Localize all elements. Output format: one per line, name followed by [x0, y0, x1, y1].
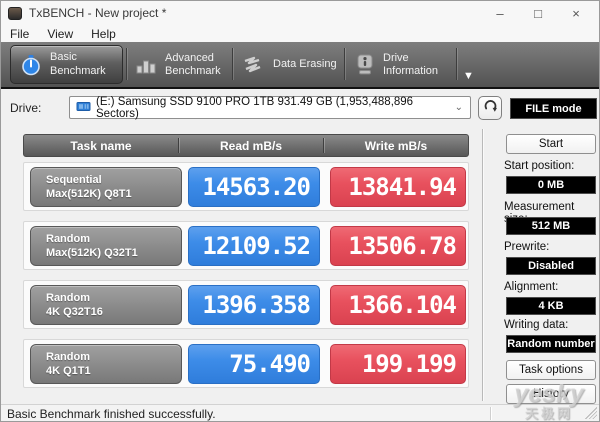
- tab-label-line1: Advanced: [165, 51, 214, 64]
- table-row: Random 4K Q1T1 75.490 199.199: [23, 339, 469, 388]
- read-value: 75.490: [188, 344, 320, 384]
- tab-label-line2: Information: [383, 65, 439, 77]
- table-row: Sequential Max(512K) Q8T1 14563.20 13841.…: [23, 162, 469, 211]
- writing-data-label: Writing data:: [504, 319, 569, 331]
- menu-bar: File View Help: [1, 25, 599, 42]
- panel-divider: [482, 129, 483, 401]
- close-button[interactable]: ×: [557, 1, 595, 25]
- menu-view[interactable]: View: [38, 27, 82, 41]
- menu-file[interactable]: File: [1, 27, 38, 41]
- alignment-value-button[interactable]: 4 KB: [506, 297, 596, 315]
- drive-select[interactable]: (E:) Samsung SSD 9100 PRO 1TB 931.49 GB …: [69, 95, 471, 120]
- drive-label: Drive:: [10, 101, 42, 115]
- write-value: 199.199: [330, 344, 466, 384]
- task-button-random-4k-q32t16[interactable]: Random 4K Q32T16: [30, 285, 182, 325]
- stopwatch-icon: [20, 54, 42, 76]
- tab-separator: [344, 48, 345, 80]
- drive-icon: [76, 100, 91, 116]
- tab-drive-information[interactable]: Drive Information: [355, 47, 438, 83]
- tab-label-line1: Drive: [383, 51, 409, 64]
- prewrite-label: Prewrite:: [504, 241, 550, 253]
- status-bar: Basic Benchmark finished successfully.: [1, 404, 599, 421]
- start-position-label: Start position:: [504, 160, 575, 172]
- app-window: TxBENCH - New project * – □ × File View …: [0, 0, 600, 422]
- history-button[interactable]: History: [506, 384, 596, 404]
- write-value: 13506.78: [330, 226, 466, 266]
- start-button[interactable]: Start: [506, 134, 596, 154]
- tab-label-line2: Benchmark: [50, 64, 106, 77]
- title-bar: TxBENCH - New project * – □ ×: [1, 1, 599, 25]
- refresh-icon: [483, 98, 498, 118]
- maximize-button[interactable]: □: [519, 1, 557, 25]
- tab-separator: [456, 48, 457, 80]
- writing-data-value-button[interactable]: Random number: [506, 335, 596, 353]
- tab-data-erasing[interactable]: Data Erasing: [243, 47, 337, 83]
- table-row: Random Max(512K) Q32T1 12109.52 13506.78: [23, 221, 469, 270]
- app-icon: [8, 6, 22, 20]
- read-value: 1396.358: [188, 285, 320, 325]
- read-value: 12109.52: [188, 226, 320, 266]
- measurement-size-value-button[interactable]: 512 MB: [506, 217, 596, 235]
- tab-bar: Basic Benchmark Advanced Benchmark Data …: [1, 42, 599, 89]
- header-write: Write mB/s: [364, 138, 428, 153]
- resize-grip[interactable]: [585, 407, 597, 419]
- header-read: Read mB/s: [219, 138, 283, 153]
- drive-info-icon: [355, 54, 375, 76]
- write-value: 13841.94: [330, 167, 466, 207]
- tab-overflow-caret[interactable]: ▼: [463, 70, 474, 82]
- status-message: Basic Benchmark finished successfully.: [7, 407, 216, 421]
- header-task-name: Task name: [70, 138, 132, 153]
- write-value: 1366.104: [330, 285, 466, 325]
- tab-basic-benchmark[interactable]: Basic Benchmark: [10, 45, 123, 84]
- menu-help[interactable]: Help: [82, 27, 125, 41]
- tab-advanced-benchmark[interactable]: Advanced Benchmark: [135, 47, 221, 83]
- tab-separator: [232, 48, 233, 80]
- task-button-sequential-max[interactable]: Sequential Max(512K) Q8T1: [30, 167, 182, 207]
- eraser-icon: [243, 55, 265, 75]
- task-button-random-max[interactable]: Random Max(512K) Q32T1: [30, 226, 182, 266]
- status-separator: [490, 407, 491, 420]
- prewrite-value-button[interactable]: Disabled: [506, 257, 596, 275]
- window-title: TxBENCH - New project *: [29, 6, 167, 20]
- read-value: 14563.20: [188, 167, 320, 207]
- bar-chart-icon: [135, 55, 157, 75]
- minimize-button[interactable]: –: [481, 1, 519, 25]
- chevron-down-icon: ⌄: [454, 102, 463, 113]
- drive-selected-value: (E:) Samsung SSD 9100 PRO 1TB 931.49 GB …: [96, 95, 414, 120]
- task-button-random-4k-q1t1[interactable]: Random 4K Q1T1: [30, 344, 182, 384]
- tab-label-line2: Benchmark: [165, 65, 221, 77]
- refresh-drives-button[interactable]: [478, 96, 502, 120]
- alignment-label: Alignment:: [504, 281, 559, 293]
- tab-label-line1: Basic: [50, 51, 77, 64]
- tab-label-line1: Data Erasing: [273, 58, 337, 71]
- file-mode-button[interactable]: FILE mode: [510, 98, 597, 119]
- results-table-header: Task name Read mB/s Write mB/s: [23, 134, 469, 157]
- task-options-button[interactable]: Task options: [506, 360, 596, 380]
- table-row: Random 4K Q32T16 1396.358 1366.104: [23, 280, 469, 329]
- start-position-value-button[interactable]: 0 MB: [506, 176, 596, 194]
- tab-separator: [126, 48, 127, 80]
